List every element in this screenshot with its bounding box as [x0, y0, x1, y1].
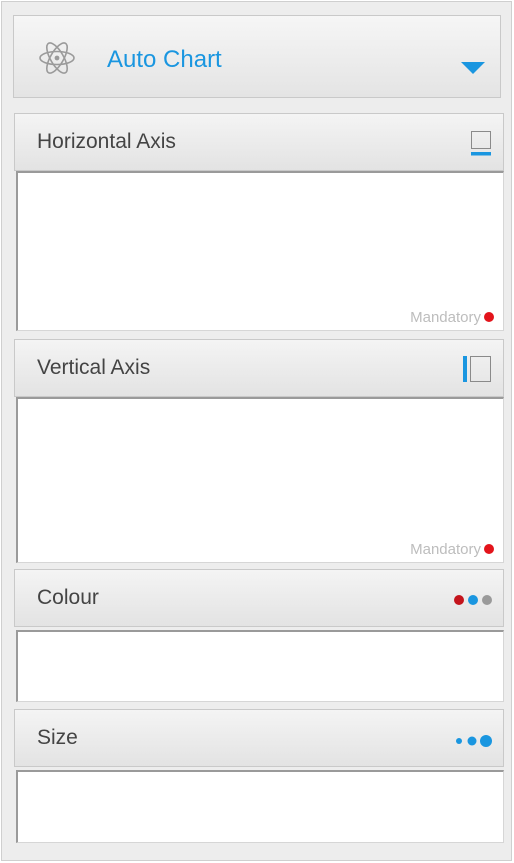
colour-dropzone[interactable]	[16, 630, 504, 702]
vertical-axis-header: Vertical Axis	[14, 339, 504, 397]
size-dots-icon	[456, 735, 492, 747]
mandatory-dot-icon	[484, 544, 494, 554]
vertical-axis-title: Vertical Axis	[37, 356, 151, 379]
horizontal-axis-dropzone[interactable]: Mandatory	[16, 171, 504, 331]
horizontal-axis-icon	[471, 131, 491, 156]
chart-type-label: Auto Chart	[107, 46, 222, 73]
colour-title: Colour	[37, 586, 99, 609]
atom-icon	[39, 42, 75, 74]
vertical-axis-dropzone[interactable]: Mandatory	[16, 397, 504, 563]
size-header: Size	[14, 709, 504, 767]
size-title: Size	[37, 726, 78, 749]
chart-builder-panel: Auto Chart Horizontal Axis Mandatory Ver…	[1, 1, 512, 861]
horizontal-axis-header: Horizontal Axis	[14, 113, 504, 171]
caret-down-icon[interactable]	[461, 62, 485, 74]
mandatory-indicator: Mandatory	[410, 541, 494, 559]
colour-header: Colour	[14, 569, 504, 627]
vertical-axis-icon	[463, 356, 491, 382]
mandatory-indicator: Mandatory	[410, 309, 494, 327]
chart-type-dropdown[interactable]: Auto Chart	[13, 15, 501, 98]
mandatory-dot-icon	[484, 312, 494, 322]
size-dropzone[interactable]	[16, 770, 504, 843]
colour-dots-icon	[454, 595, 492, 605]
horizontal-axis-title: Horizontal Axis	[37, 130, 176, 153]
mandatory-label: Mandatory	[410, 541, 481, 558]
mandatory-label: Mandatory	[410, 309, 481, 326]
